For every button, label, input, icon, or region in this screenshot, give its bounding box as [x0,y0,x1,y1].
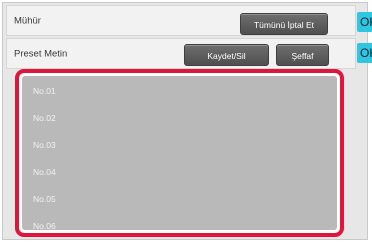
preset-text-label: Preset Metin [14,48,68,59]
stamp-label: Mühür [14,15,41,26]
preset-list: No.01 No.02 No.03 No.04 No.05 No.06 [22,76,337,231]
preset-item-03[interactable]: No.03 [33,140,56,150]
stamp-ok-button[interactable]: OK [357,12,372,32]
settings-panel: Mühür Preset Metin Tümünü İptal Et Kayde… [2,2,372,240]
preset-text-ok-button[interactable]: OK [357,43,372,63]
preset-item-02[interactable]: No.02 [33,113,56,123]
save-delete-button[interactable]: Kaydet/Sil [184,44,269,66]
transparent-button[interactable]: Şeffaf [276,44,329,66]
preset-item-05[interactable]: No.05 [33,194,56,204]
preset-list-highlight: No.01 No.02 No.03 No.04 No.05 No.06 [15,69,344,237]
preset-item-01[interactable]: No.01 [33,86,56,96]
preset-item-04[interactable]: No.04 [33,167,56,177]
preset-item-06[interactable]: No.06 [33,221,56,231]
cancel-all-button[interactable]: Tümünü İptal Et [240,13,328,35]
